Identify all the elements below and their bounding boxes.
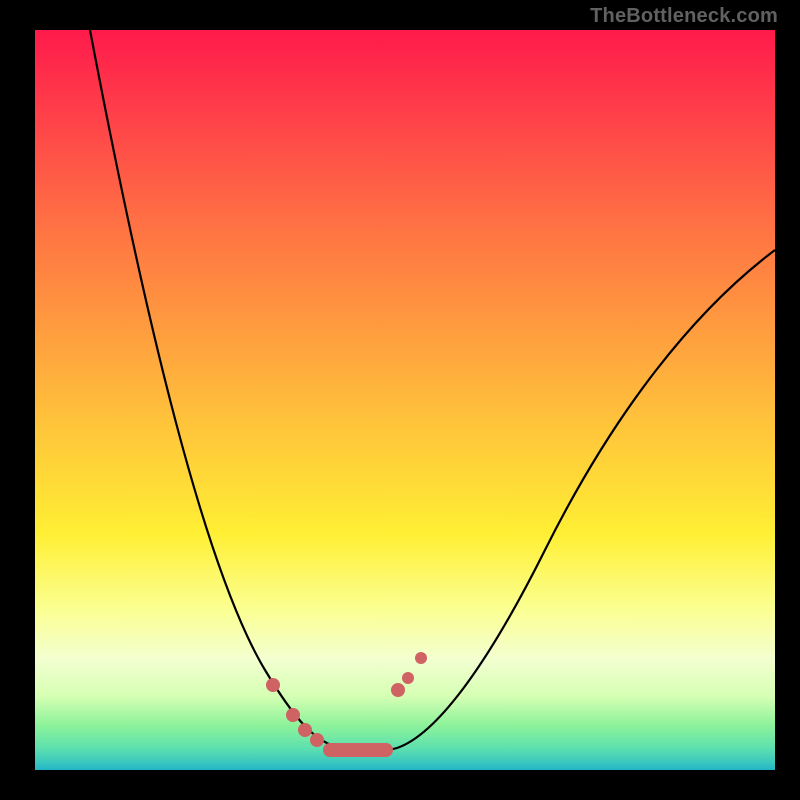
marker-point: [298, 723, 312, 737]
marker-point: [402, 672, 414, 684]
bottleneck-curve-path: [90, 30, 775, 752]
marker-flat-segment: [323, 743, 393, 757]
marker-point: [266, 678, 280, 692]
marker-group: [266, 652, 427, 757]
chart-area: [35, 30, 775, 770]
marker-point: [310, 733, 324, 747]
curve-svg: [35, 30, 775, 770]
marker-point: [391, 683, 405, 697]
marker-point: [415, 652, 427, 664]
watermark-text: TheBottleneck.com: [590, 5, 778, 28]
marker-point: [286, 708, 300, 722]
